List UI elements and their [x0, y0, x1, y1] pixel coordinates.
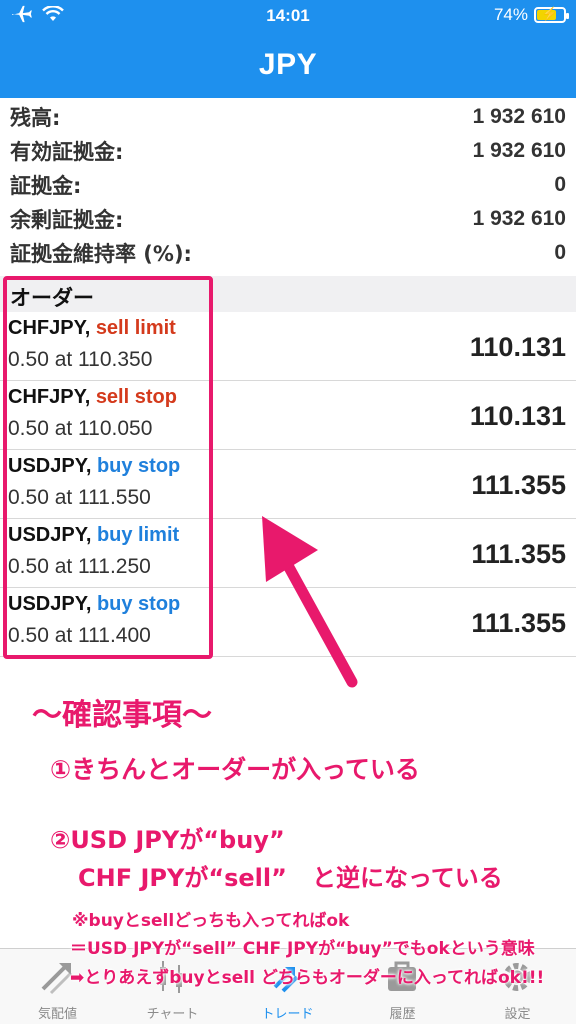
tab-label: トレード	[261, 1007, 314, 1022]
annotation-item-2-suffix: と逆になっている	[312, 864, 503, 892]
tab-label: チャート	[146, 1007, 199, 1022]
tab-label: 履歴	[389, 1007, 416, 1022]
annotation-item-1: ①きちんとオーダーが入っている	[50, 755, 420, 784]
tab-label: 気配値	[37, 1007, 77, 1022]
tab-label: 設定	[504, 1007, 531, 1022]
annotation-note-3: ➡とりあえずbuyとsell どちらもオーダーに入ってればok!!!	[70, 968, 545, 988]
annotation-item-2-line2: CHF JPYが“sell”	[78, 864, 287, 892]
annotation-item-2-line1: ②USD JPYが“buy”	[50, 826, 285, 854]
annotation-note-1: ※buyとsellどっちも入ってればok	[72, 911, 350, 931]
annotation-note-2: ＝USD JPYが“sell” CHF JPYが“buy”でもokという意味	[70, 939, 535, 959]
annotation-heading: 〜確認事項〜	[32, 698, 212, 733]
